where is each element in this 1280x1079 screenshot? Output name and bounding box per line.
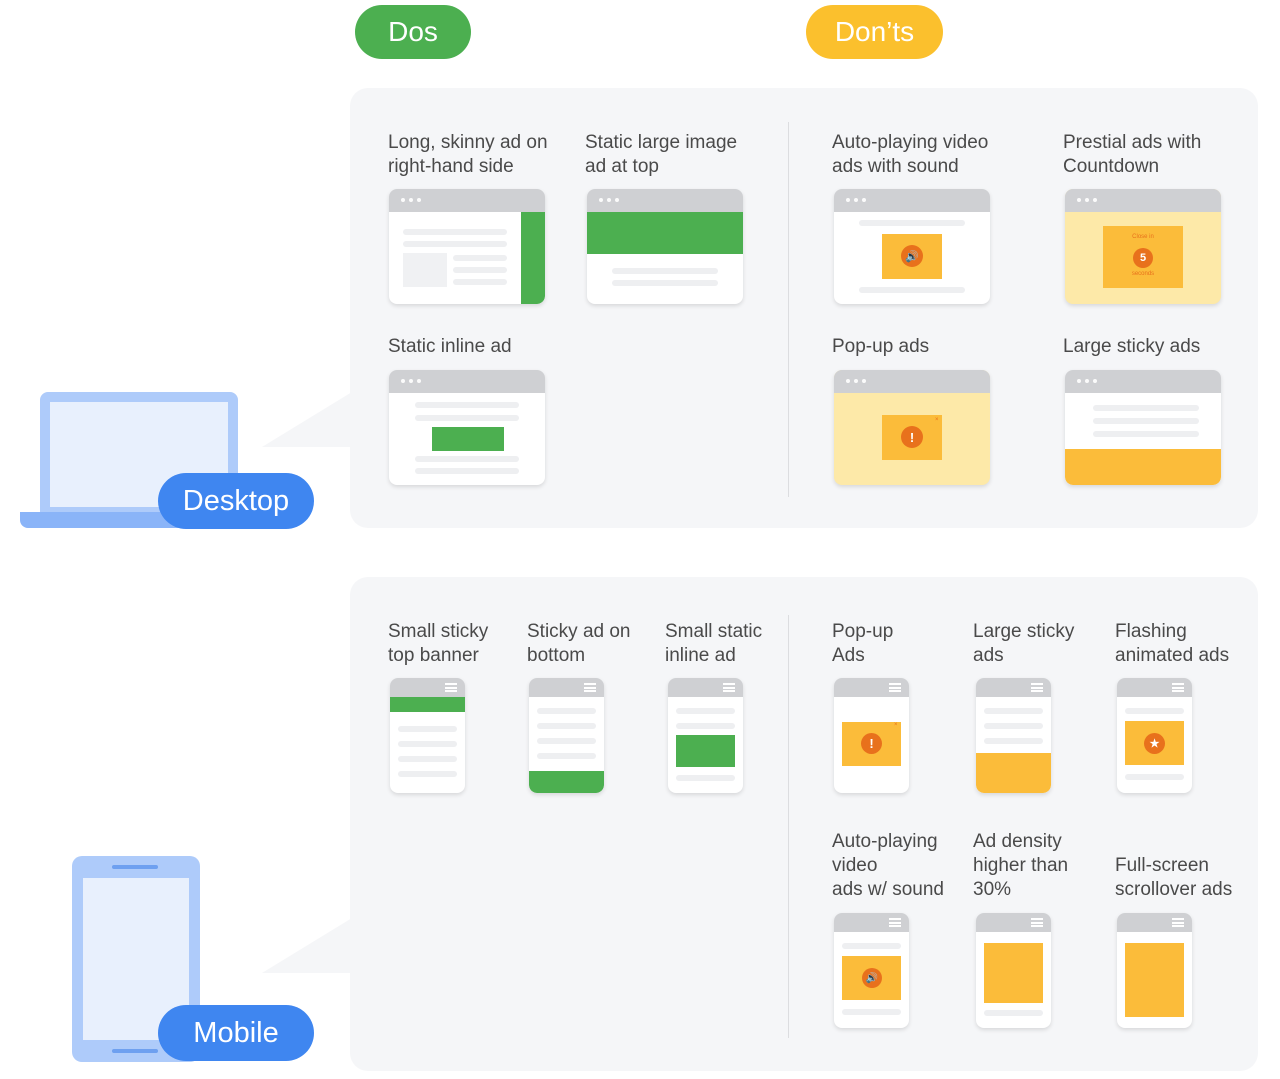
item-label: Ad density higher than 30% [973,831,1069,900]
close-icon: × [894,722,898,728]
dos-donts-divider [788,615,789,1038]
item-label: Auto-playing video ads with sound [832,132,989,177]
phone-fullscreen-ad-icon [1117,913,1192,1028]
item-label: Full-screen scrollover ads [1115,855,1233,900]
speaker-icon: 🔊 [862,968,882,988]
item-label: Pop-up Ads [832,621,894,666]
dos-header: Dos [355,5,471,59]
item-label: Static large image ad at top [585,132,738,177]
desktop-label: Desktop [158,473,314,529]
callout-pointer [262,392,352,447]
countdown-badge: 5 [1133,248,1153,268]
phone-inline-ad-icon [668,678,743,793]
item-label: Long, skinny ad on right-hand side [388,132,548,177]
browser-right-sidebar-ad-icon [389,189,545,304]
item-label: Pop-up ads [832,336,930,357]
browser-top-banner-ad-icon [587,189,743,304]
dos-donts-divider [788,122,789,497]
item-label: Prestial ads with Countdown [1063,132,1202,177]
alert-icon: ! [861,733,882,754]
item-label: Flashing animated ads [1115,621,1230,666]
phone-large-sticky-ad-icon [976,678,1051,793]
item-label: Small sticky top banner [388,621,489,666]
item-label: Large sticky ads [973,621,1075,666]
browser-popup-ad-icon: ! × [834,370,990,485]
donts-header: Don’ts [806,5,943,59]
phone-flashing-ad-icon: ★ [1117,678,1192,793]
callout-pointer [262,918,352,973]
item-label: Large sticky ads [1063,336,1201,357]
phone-sound-ad-icon: 🔊 [834,913,909,1028]
close-icon: × [935,417,939,423]
item-label: Auto-playing video ads w/ sound [832,831,944,900]
phone-bottom-sticky-ad-icon [529,678,604,793]
item-label: Static inline ad [388,336,512,357]
star-icon: ★ [1144,733,1165,754]
phone-top-banner-ad-icon [390,678,465,793]
browser-large-sticky-ad-icon [1065,370,1221,485]
browser-countdown-ad-icon: Close in 5 seconds [1065,189,1221,304]
alert-icon: ! [901,426,923,448]
item-label: Small static inline ad [665,621,763,666]
phone-dense-ad-icon [976,913,1051,1028]
phone-popup-ad-icon: ! × [834,678,909,793]
mobile-label: Mobile [158,1005,314,1061]
item-label: Sticky ad on bottom [527,621,631,666]
browser-inline-ad-icon [389,370,545,485]
speaker-icon: 🔊 [901,245,923,267]
browser-sound-ad-icon: 🔊 [834,189,990,304]
